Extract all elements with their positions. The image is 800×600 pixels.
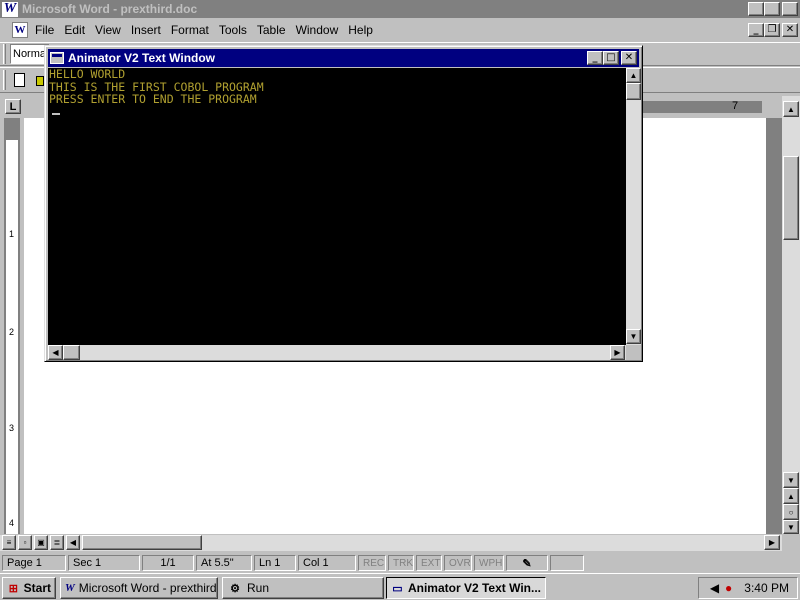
network-icon[interactable]: ● [725, 581, 732, 595]
taskbar-animator-button[interactable]: ▭ Animator V2 Text Win... [386, 577, 546, 599]
toolbar-grip[interactable] [3, 44, 6, 64]
status-pages: 1/1 [142, 555, 194, 571]
taskbar-run-label: Run [247, 581, 270, 595]
taskbar-run-button[interactable]: ⚙ Run [222, 577, 384, 599]
speaker-icon[interactable]: ◀ [710, 581, 719, 595]
next-page-icon[interactable]: ▼ [783, 520, 799, 534]
doc-minimize-icon[interactable]: _ [748, 23, 764, 37]
taskbar-word-button[interactable]: W Microsoft Word - prexthird... [60, 577, 218, 599]
console-output[interactable]: HELLO WORLD THIS IS THE FIRST COBOL PROG… [48, 68, 626, 345]
word-title-text: Microsoft Word - prexthird.doc [22, 2, 198, 16]
vruler-mark: 1 [9, 229, 15, 239]
hscroll-thumb[interactable] [82, 535, 202, 550]
status-empty [550, 555, 584, 571]
horizontal-scrollbar[interactable]: ≡ ▫ ▣ ≣ ◀ ▶ [0, 535, 782, 551]
status-page: Page 1 [2, 555, 66, 571]
window-icon[interactable] [50, 52, 64, 64]
menu-file[interactable]: File [30, 23, 59, 37]
ruler-mark: 7 [732, 100, 739, 112]
console-hscroll-thumb[interactable] [63, 345, 80, 360]
console-vertical-scrollbar[interactable]: ▲ ▼ [626, 68, 641, 345]
status-bar: Page 1 Sec 1 1/1 At 5.5" Ln 1 Col 1 REC … [0, 553, 800, 573]
scroll-thumb[interactable] [783, 156, 799, 240]
start-label: Start [23, 581, 51, 595]
animator-title-text: Animator V2 Text Window [68, 51, 216, 65]
scroll-right-icon[interactable]: ▶ [764, 535, 780, 550]
ruler-strip [642, 101, 762, 113]
console-line: HELLO WORLD [49, 67, 126, 81]
spelling-book-icon[interactable]: ✎ [506, 555, 548, 571]
console-scroll-right-icon[interactable]: ▶ [610, 345, 625, 360]
vruler-mark: 4 [9, 518, 15, 528]
animator-title-bar[interactable]: Animator V2 Text Window _ □ ✕ [48, 49, 639, 67]
status-section: Sec 1 [68, 555, 140, 571]
start-button[interactable]: ⊞ Start [2, 577, 56, 599]
vruler-mark: 3 [9, 423, 15, 433]
taskbar: ⊞ Start W Microsoft Word - prexthird... … [0, 573, 800, 600]
vruler-mark: 2 [9, 327, 15, 337]
animator-window[interactable]: Animator V2 Text Window _ □ ✕ HELLO WORL… [44, 45, 643, 362]
prev-page-icon[interactable]: ▲ [783, 488, 799, 504]
restore-icon[interactable]: ❐ [764, 2, 780, 16]
status-trk[interactable]: TRK [388, 555, 414, 571]
open-folder-icon[interactable] [36, 76, 44, 86]
status-ovr[interactable]: OVR [444, 555, 472, 571]
word-title-bar[interactable]: W Microsoft Word - prexthird.doc _ ❐ ✕ [0, 0, 800, 18]
clock[interactable]: 3:40 PM [744, 581, 789, 595]
scroll-left-icon[interactable]: ◀ [66, 535, 80, 550]
taskbar-word-label: Microsoft Word - prexthird... [78, 581, 218, 595]
status-line: Ln 1 [254, 555, 296, 571]
menu-tools[interactable]: Tools [214, 23, 252, 37]
console-horizontal-scrollbar[interactable]: ◀ ▶ [48, 345, 626, 360]
new-document-icon[interactable] [14, 73, 25, 87]
menu-bar: W File Edit View Insert Format Tools Tab… [0, 20, 800, 40]
console-line: PRESS ENTER TO END THE PROGRAM [49, 92, 257, 106]
windows-logo-icon: ⊞ [8, 582, 18, 595]
menu-window[interactable]: Window [291, 23, 344, 37]
taskbar-animator-label: Animator V2 Text Win... [407, 581, 541, 595]
status-ext[interactable]: EXT [416, 555, 442, 571]
browse-object-icon[interactable]: ○ [783, 504, 799, 520]
status-rec[interactable]: REC [358, 555, 386, 571]
word-app-icon[interactable]: W [2, 1, 18, 17]
close-icon[interactable]: ✕ [782, 2, 798, 16]
console-scroll-left-icon[interactable]: ◀ [48, 345, 63, 360]
anim-maximize-icon[interactable]: □ [603, 51, 619, 65]
tab-selector-icon[interactable]: L [5, 99, 21, 114]
vertical-ruler-page [6, 140, 18, 534]
document-icon[interactable]: W [12, 22, 28, 38]
console-scroll-up-icon[interactable]: ▲ [626, 68, 641, 83]
console-scroll-down-icon[interactable]: ▼ [626, 329, 641, 344]
anim-close-icon[interactable]: ✕ [621, 51, 637, 65]
anim-minimize-icon[interactable]: _ [587, 51, 603, 65]
console-vscroll-thumb[interactable] [626, 83, 641, 100]
vertical-scrollbar[interactable]: ▲ ▼ ▲ ○ ▼ [782, 96, 800, 534]
status-at: At 5.5" [196, 555, 252, 571]
menu-help[interactable]: Help [343, 23, 378, 37]
menu-insert[interactable]: Insert [126, 23, 166, 37]
normal-view-icon[interactable]: ≡ [2, 535, 16, 550]
menu-format[interactable]: Format [166, 23, 214, 37]
doc-restore-icon[interactable]: ❐ [764, 23, 780, 37]
status-col: Col 1 [298, 555, 356, 571]
menu-view[interactable]: View [90, 23, 126, 37]
online-view-icon[interactable]: ▫ [18, 535, 32, 550]
doc-close-icon[interactable]: ✕ [782, 23, 798, 37]
scroll-up-icon[interactable]: ▲ [783, 101, 799, 117]
menu-edit[interactable]: Edit [59, 23, 90, 37]
word-app-icon: W [65, 582, 75, 594]
menu-table[interactable]: Table [252, 23, 291, 37]
toolbar-grip[interactable] [3, 70, 6, 90]
page-layout-icon[interactable]: ▣ [34, 535, 48, 550]
minimize-icon[interactable]: _ [748, 2, 764, 16]
status-wph[interactable]: WPH [474, 555, 504, 571]
system-tray: ◀ ● 3:40 PM [698, 577, 798, 599]
text-cursor [52, 113, 60, 115]
window-icon: ▭ [392, 582, 403, 595]
outline-view-icon[interactable]: ≣ [50, 535, 64, 550]
run-icon: ⚙ [230, 582, 240, 595]
scroll-down-icon[interactable]: ▼ [783, 472, 799, 488]
